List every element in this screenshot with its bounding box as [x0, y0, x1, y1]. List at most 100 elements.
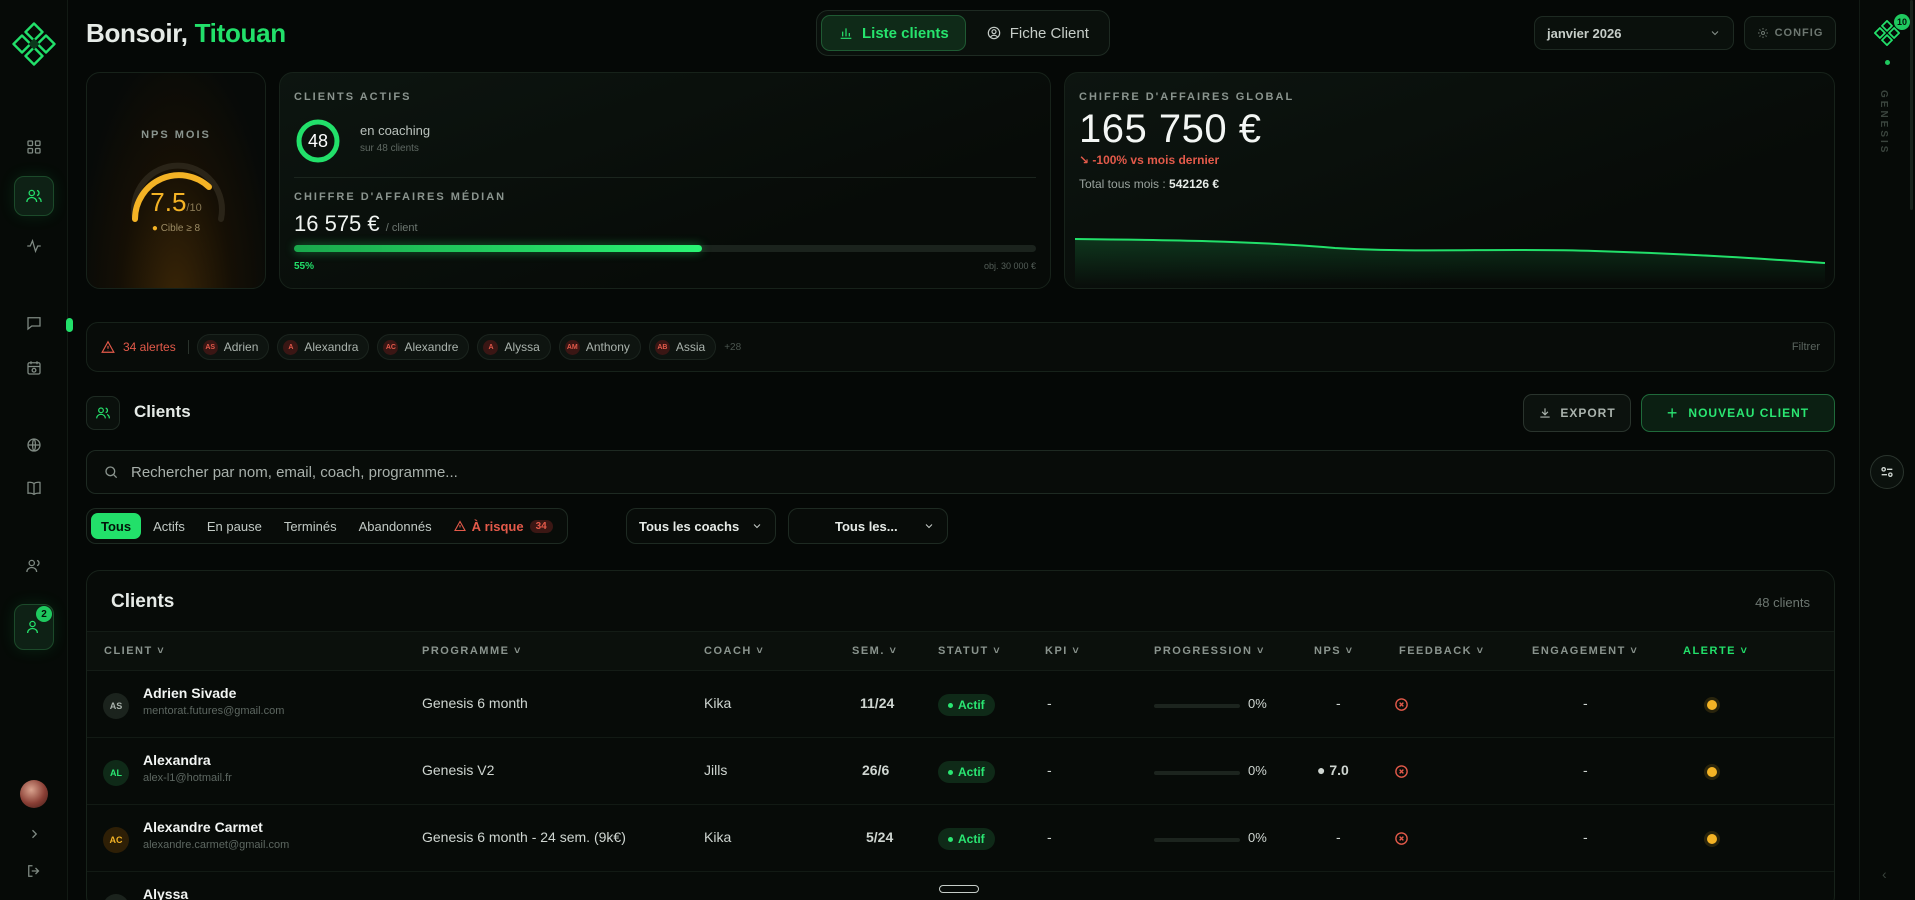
alert-chip[interactable]: AC Alexandre [377, 334, 470, 360]
more-alerts[interactable]: +28 [724, 342, 741, 353]
client-name[interactable]: Adrien Sivade [143, 685, 236, 701]
alert-chip[interactable]: AM Anthony [558, 334, 641, 360]
col-status[interactable]: STATUT ˅ [938, 645, 1001, 657]
book-icon [27, 481, 41, 496]
tab-paused[interactable]: En pause [197, 513, 272, 539]
quick-actions-button[interactable] [1870, 455, 1904, 489]
table-title: Clients [111, 591, 175, 612]
collapse-panel-button[interactable]: ‹ [1882, 866, 1887, 882]
col-alert[interactable]: ALERTE ˅ [1683, 645, 1748, 657]
client-name[interactable]: Alyssa [143, 886, 188, 900]
tab-client-list[interactable]: Liste clients [821, 15, 966, 51]
library-nav[interactable] [14, 468, 54, 508]
team-nav[interactable] [14, 546, 54, 586]
avatar: AS [103, 693, 129, 719]
progress-value: 0% [1248, 763, 1267, 778]
new-client-label: NOUVEAU CLIENT [1688, 406, 1810, 420]
program-filter-select[interactable]: Tous les... [788, 508, 948, 544]
tab-label: Liste clients [862, 24, 949, 42]
new-client-button[interactable]: + NOUVEAU CLIENT [1641, 394, 1835, 432]
alert-indicator[interactable] [1707, 834, 1717, 844]
x-circle-icon[interactable] [1394, 697, 1409, 712]
user-avatar[interactable] [20, 780, 48, 808]
nps-scale: /10 [186, 202, 202, 214]
app-logo-icon[interactable] [12, 22, 56, 66]
avatar: AC [103, 827, 129, 853]
messages-nav[interactable] [14, 303, 54, 343]
table-row[interactable]: AS Adrien Sivade mentorat.futures@gmail.… [87, 671, 1834, 738]
revenue-sparkline [1075, 238, 1825, 285]
col-kpi[interactable]: KPI ˅ [1045, 645, 1080, 657]
total-label: Total tous mois : [1079, 177, 1166, 191]
col-client[interactable]: CLIENT ˅ [104, 645, 165, 657]
alert-chip[interactable]: A Alyssa [477, 334, 551, 360]
status-badge: Actif [938, 694, 995, 716]
x-circle-icon[interactable] [1394, 764, 1409, 779]
tab-abandoned[interactable]: Abandonnés [349, 513, 442, 539]
left-sidebar: 2 [0, 0, 73, 900]
tab-client-detail[interactable]: Fiche Client [970, 15, 1105, 51]
alert-indicator[interactable] [1707, 767, 1717, 777]
x-circle-icon[interactable] [1394, 831, 1409, 846]
month-select[interactable]: janvier 2026 [1534, 16, 1734, 50]
coach: Jills [704, 762, 728, 778]
revenue-progress-fill [294, 245, 703, 252]
search-input[interactable] [131, 463, 1818, 481]
week: 26/6 [862, 762, 890, 778]
tab-finished[interactable]: Terminés [274, 513, 347, 539]
table-row[interactable]: AC Alexandre Carmet alexandre.carmet@gma… [87, 805, 1834, 872]
tab-active[interactable]: Actifs [143, 513, 195, 539]
clients-table: Clients 48 clients CLIENT ˅ PROGRAMME ˅ … [86, 570, 1835, 900]
col-label: NPS [1314, 645, 1342, 657]
clients-nav[interactable] [14, 176, 54, 216]
web-nav[interactable] [14, 425, 54, 465]
activity-nav[interactable] [14, 226, 54, 266]
leads-nav[interactable]: 2 [14, 604, 54, 650]
globe-icon [27, 438, 41, 452]
col-progress[interactable]: PROGRESSION ˅ [1154, 645, 1265, 657]
dashboard-nav[interactable] [14, 127, 54, 167]
chip-name: Assia [675, 340, 706, 354]
expand-sidebar-button[interactable] [14, 820, 54, 848]
main-content: Bonsoir, Titouan Liste clients Fiche Cli… [86, 0, 1836, 900]
status-filter-tabs: Tous Actifs En pause Terminés Abandonnés… [86, 508, 568, 544]
risk-count-badge: 34 [529, 519, 553, 533]
tab-at-risk[interactable]: À risque 34 [444, 513, 563, 539]
col-week[interactable]: SEM. ˅ [852, 645, 897, 657]
active-clients-label: CLIENTS ACTIFS [294, 91, 412, 103]
right-sidebar: 10 GENESIS ‹ [1859, 0, 1915, 900]
col-label: PROGRAMME [422, 645, 510, 657]
users-icon [26, 189, 42, 203]
client-name[interactable]: Alexandre Carmet [143, 819, 263, 835]
chip-avatar: AC [383, 339, 399, 355]
alert-indicator[interactable] [1707, 700, 1717, 710]
revenue-delta-text: -100% vs mois dernier [1092, 153, 1220, 167]
view-switcher: Liste clients Fiche Client [816, 10, 1110, 56]
col-program[interactable]: PROGRAMME ˅ [422, 645, 522, 657]
progress-value: 0% [1248, 696, 1267, 711]
chip-avatar: AB [654, 339, 670, 355]
chip-avatar: AS [202, 339, 218, 355]
alert-chip[interactable]: A Alexandra [277, 334, 370, 360]
filter-alerts-button[interactable]: Filtrer [1792, 341, 1820, 353]
table-row[interactable]: AL Alexandra alex-l1@hotmail.fr Genesis … [87, 738, 1834, 805]
col-nps[interactable]: NPS ˅ [1314, 645, 1354, 657]
alert-count[interactable]: 34 alertes [101, 340, 189, 354]
chip-name: Alexandre [404, 340, 459, 354]
schedule-nav[interactable] [14, 348, 54, 388]
col-coach[interactable]: COACH ˅ [704, 645, 764, 657]
coach-filter-select[interactable]: Tous les coachs [626, 508, 776, 544]
tab-all[interactable]: Tous [91, 513, 142, 539]
client-name[interactable]: Alexandra [143, 752, 211, 768]
config-label: CONFIG [1774, 27, 1824, 39]
col-engagement[interactable]: ENGAGEMENT ˅ [1532, 645, 1638, 657]
config-button[interactable]: CONFIG [1744, 16, 1836, 50]
scrollbar[interactable] [1910, 0, 1913, 210]
alert-chip[interactable]: AS Adrien [196, 334, 270, 360]
logout-button[interactable] [14, 856, 54, 886]
col-feedback[interactable]: FEEDBACK ˅ [1399, 645, 1485, 657]
client-email: alexandre.carmet@gmail.com [143, 839, 290, 851]
alert-chip[interactable]: AB Assia [648, 334, 717, 360]
trend-down-icon: ↘ [1079, 153, 1090, 167]
export-button[interactable]: EXPORT [1523, 394, 1631, 432]
